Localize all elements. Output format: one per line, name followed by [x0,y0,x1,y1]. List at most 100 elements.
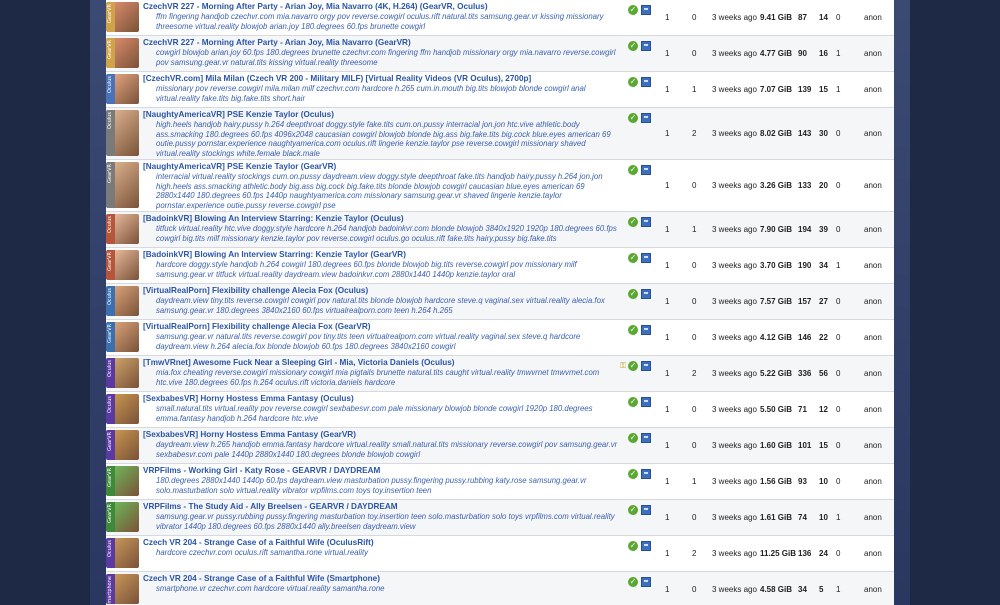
uploader-name: anon [864,261,882,270]
torrent-thumbnail[interactable]: Oculus [106,74,139,104]
category-label: GearVR [107,468,113,487]
torrent-thumbnail[interactable]: GearVR [106,502,139,532]
torrent-title-link[interactable]: VRPFilms - Working Girl - Katy Rose - GE… [143,466,621,476]
torrent-title-link[interactable]: [VirtualRealPorn] Flexibility challenge … [143,322,621,332]
download-icon[interactable] [641,5,651,15]
torrent-thumbnail[interactable]: GearVR [106,322,139,352]
category-label: Smartphone [107,576,113,604]
uploader-name: anon [864,181,882,190]
download-icon[interactable] [641,577,651,587]
download-icon[interactable] [641,77,651,87]
download-icon[interactable] [641,165,651,175]
torrent-info: [VirtualRealPorn] Flexibility challenge … [143,322,621,351]
uploader-name: anon [864,369,882,378]
torrent-title-link[interactable]: [TmwVRnet] Awesome Fuck Near a Sleeping … [143,358,621,368]
uploader-name: anon [864,477,882,486]
torrent-title-link[interactable]: CzechVR 227 - Morning After Party - Aria… [143,38,621,48]
added-time: 3 weeks ago [712,225,757,234]
torrent-title-link[interactable]: CzechVR 227 - Morning After Party - Aria… [143,2,621,12]
torrent-title-link[interactable]: Czech VR 204 - Strange Case of a Faithfu… [143,538,621,548]
category-strip: GearVR [106,466,115,496]
download-icon[interactable] [641,433,651,443]
uploader-name: anon [864,225,882,234]
category-label: Oculus [107,76,113,94]
torrent-title-link[interactable]: [NaughtyAmericaVR] PSE Kenzie Taylor (Ge… [143,162,621,172]
leechers-count: 10 [819,477,828,486]
torrent-thumbnail[interactable]: Smartphone [106,574,139,604]
torrent-thumbnail[interactable]: GearVR [106,38,139,68]
torrent-thumbnail[interactable]: Oculus [106,110,139,156]
torrent-title-link[interactable]: [BadoinkVR] Blowing An Interview Starrin… [143,250,621,260]
leechers-count: 12 [819,405,828,414]
files-count: 1 [692,225,697,234]
table-row: GearVR [BadoinkVR] Blowing An Interview S… [106,248,894,284]
completed-count: 0 [836,369,841,378]
category-strip: GearVR [106,2,115,32]
category-strip: GearVR [106,250,115,280]
seeders-count: 133 [798,181,812,190]
torrent-thumbnail[interactable]: Oculus [106,538,139,568]
download-icon[interactable] [641,217,651,227]
download-icon[interactable] [641,325,651,335]
torrent-title-link[interactable]: [BadoinkVR] Blowing An Interview Starrin… [143,214,621,224]
torrent-title-link[interactable]: [SexbabesVR] Horny Hostess Emma Fantasy … [143,430,621,440]
torrent-thumbnail[interactable]: Oculus [106,394,139,424]
category-strip: GearVR [106,502,115,532]
leechers-count: 15 [819,85,828,94]
download-icon[interactable] [641,289,651,299]
verified-check-icon: ✓ [628,541,638,551]
download-icon[interactable] [641,505,651,515]
download-icon[interactable] [641,469,651,479]
torrent-info: CzechVR 227 - Morning After Party - Aria… [143,38,621,67]
torrent-thumbnail[interactable]: Oculus [106,358,139,388]
comments-count: 1 [665,441,670,450]
download-icon[interactable] [641,113,651,123]
comments-count: 1 [665,549,670,558]
comments-count: 1 [665,333,670,342]
completed-count: 1 [836,85,841,94]
verified-check-icon: ✓ [628,217,638,227]
download-icon[interactable] [641,397,651,407]
category-label: Oculus [107,360,113,378]
comments-count: 1 [665,181,670,190]
files-count: 2 [692,369,697,378]
files-count: 0 [692,297,697,306]
torrent-thumbnail[interactable]: GearVR [106,466,139,496]
torrent-thumbnail[interactable]: Oculus [106,286,139,316]
completed-count: 0 [836,225,841,234]
download-icon[interactable] [641,253,651,263]
file-size: 3.26 GiB [760,181,793,190]
torrent-thumbnail[interactable]: Oculus [106,214,139,244]
torrent-title-link[interactable]: VRPFilms - The Study Aid - Ally Breelsen… [143,502,621,512]
torrent-thumbnail[interactable]: GearVR [106,430,139,460]
torrent-thumbnail[interactable]: GearVR [106,162,139,208]
torrent-thumbnail[interactable]: GearVR [106,2,139,32]
seeders-count: 87 [798,13,807,22]
leechers-count: 22 [819,333,828,342]
torrent-title-link[interactable]: Czech VR 204 - Strange Case of a Faithfu… [143,574,621,584]
torrent-tags: daydream.view h.265 handjob emma.fantasy… [156,440,618,459]
category-label: Oculus [107,540,113,558]
table-row: GearVR [SexbabesVR] Horny Hostess Emma Fa… [106,428,894,464]
category-label: Oculus [107,396,113,414]
completed-count: 0 [836,129,841,138]
torrent-thumbnail[interactable]: GearVR [106,250,139,280]
download-icon[interactable] [641,361,651,371]
category-strip: Oculus [106,214,115,244]
uploader-name: anon [864,13,882,22]
verified-check-icon: ✓ [628,361,638,371]
uploader-name: anon [864,441,882,450]
table-row: GearVR CzechVR 227 - Morning After Party … [106,36,894,72]
torrent-title-link[interactable]: [VirtualRealPorn] Flexibility challenge … [143,286,621,296]
download-icon[interactable] [641,541,651,551]
torrent-title-link[interactable]: [NaughtyAmericaVR] PSE Kenzie Taylor (Oc… [143,110,621,120]
seeders-count: 139 [798,85,812,94]
torrent-title-link[interactable]: [CzechVR.com] Mila Milan (Czech VR 200 -… [143,74,621,84]
completed-count: 1 [836,585,841,594]
download-icon[interactable] [641,41,651,51]
table-row: GearVR [NaughtyAmericaVR] PSE Kenzie Tayl… [106,160,894,212]
uploader-name: anon [864,405,882,414]
torrent-title-link[interactable]: [SexbabesVR] Horny Hostess Emma Fantasy … [143,394,621,404]
thumbnail-image [115,574,139,604]
torrent-tags: samsung.gear.vr natural.tits reverse.cow… [156,332,581,351]
